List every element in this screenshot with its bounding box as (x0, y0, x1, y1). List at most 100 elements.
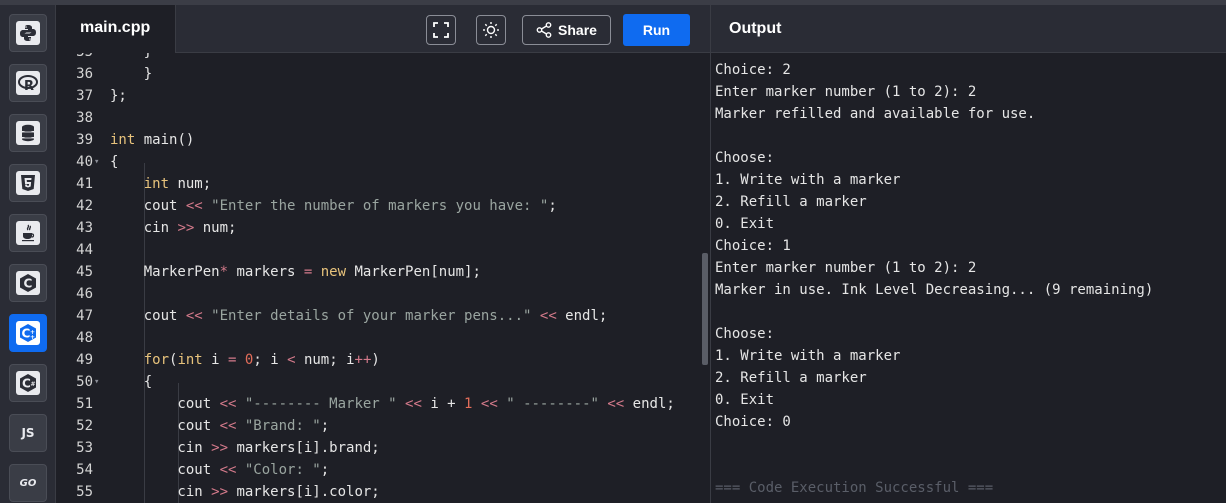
svg-text:+: + (30, 334, 35, 341)
output-line: 2. Refill a marker (715, 194, 867, 210)
tab-main-cpp[interactable]: main.cpp (56, 5, 176, 53)
line-code: cin >> num; (110, 220, 237, 236)
code-line[interactable]: 47 cout << "Enter details of your marker… (56, 305, 696, 327)
line-number: 49 (76, 352, 93, 368)
line-number: 54 (76, 462, 93, 478)
output-line: 0. Exit (715, 392, 775, 408)
line-code: for(int i = 0; i < num; i++) (143, 352, 380, 368)
share-button[interactable]: Share (522, 15, 611, 45)
sidebar-item-sql[interactable] (9, 114, 47, 152)
output-line: 0. Exit (715, 216, 775, 232)
line-number: 43 (76, 220, 93, 236)
code-line[interactable]: 44 (56, 239, 696, 261)
sidebar-item-python[interactable] (9, 14, 47, 52)
output-title: Output (729, 20, 782, 37)
sidebar-item-cpp[interactable]: C + + (9, 314, 47, 352)
line-number: 40 (76, 154, 93, 170)
line-code: } (110, 66, 153, 82)
code-line[interactable]: 36 } (56, 63, 696, 85)
code-line[interactable]: 45 MarkerPen* markers = new MarkerPen[nu… (56, 261, 696, 283)
code-line[interactable]: 54 cout << "Color: "; (56, 459, 696, 481)
line-code: { (110, 154, 119, 170)
sidebar-item-java[interactable] (9, 214, 47, 252)
code-line[interactable]: 53 cin >> markers[i].brand; (56, 437, 696, 459)
fold-arrow-icon[interactable]: ▾ (94, 151, 99, 173)
fullscreen-button[interactable] (426, 15, 456, 45)
sidebar-item-csharp[interactable]: C # (9, 364, 47, 402)
cpp-language-icon: C + + (16, 321, 40, 345)
output-line: Enter marker number (1 to 2): 2 (715, 260, 977, 276)
output-line: Choice: 1 (715, 238, 791, 254)
code-line[interactable]: 46 (56, 283, 696, 305)
sun-icon (483, 22, 499, 38)
line-number: 38 (76, 110, 93, 126)
code-line[interactable]: 42 cout << "Enter the number of markers … (56, 195, 696, 217)
line-number: 48 (76, 330, 93, 346)
line-code: { (110, 374, 153, 390)
code-line[interactable]: 55 cin >> markers[i].color; (56, 481, 696, 503)
fold-arrow-icon[interactable]: ▾ (94, 371, 99, 393)
line-number: 45 (76, 264, 93, 280)
line-number: 44 (76, 242, 93, 258)
c-language-icon: C (16, 271, 40, 295)
javascript-icon: JS (16, 421, 40, 445)
code-editor[interactable]: 35 }36 }37};3839int main()40▾{41 int num… (56, 53, 710, 503)
svg-text:C: C (24, 277, 33, 291)
sidebar-item-javascript[interactable]: JS (9, 414, 47, 452)
csharp-language-icon: C # (16, 371, 40, 395)
file-tab-label: main.cpp (80, 19, 151, 36)
code-line[interactable]: 43 cin >> num; (56, 217, 696, 239)
line-code: cout << "Brand: "; (110, 418, 330, 434)
svg-text:R: R (24, 79, 34, 92)
run-button[interactable]: Run (623, 14, 690, 46)
sidebar-item-go[interactable]: GO (9, 464, 47, 502)
line-code: cin >> markers[i].brand; (110, 440, 380, 456)
sidebar-item-c[interactable]: C (9, 264, 47, 302)
code-line[interactable]: 40 ▾ { (56, 151, 696, 173)
sidebar-item-html[interactable] (9, 164, 47, 202)
line-number: 35 (56, 53, 93, 63)
code-line[interactable]: 48 (56, 327, 696, 349)
theme-toggle-button[interactable] (476, 15, 506, 45)
svg-text:#: # (31, 381, 36, 388)
output-line: Enter marker number (1 to 2): 2 (715, 84, 977, 100)
output-line: Marker in use. Ink Level Decreasing... (… (715, 282, 1154, 298)
output-line: 1. Write with a marker (715, 172, 901, 188)
code-line[interactable]: 50 ▾ { (56, 371, 696, 393)
line-number: 39 (76, 132, 93, 148)
code-line[interactable]: 52 cout << "Brand: "; (56, 415, 696, 437)
code-line[interactable]: 35 } (56, 53, 696, 63)
line-number: 53 (76, 440, 93, 456)
output-line: Marker refilled and available for use. (715, 106, 1036, 122)
editor-scrollbar[interactable] (702, 253, 708, 365)
python-icon (16, 21, 40, 45)
code-line[interactable]: 39 int main() (56, 129, 696, 151)
line-number: 55 (76, 484, 93, 500)
code-line[interactable]: 41 int num; (56, 173, 696, 195)
sql-database-icon (16, 121, 40, 145)
line-code: cout << "Enter the number of markers you… (110, 198, 557, 214)
javascript-icon-label: JS (21, 426, 35, 440)
share-icon (536, 22, 552, 38)
line-number: 41 (76, 176, 93, 192)
execution-status: === Code Execution Successful === (715, 480, 994, 496)
code-line[interactable]: 49 for(int i = 0; i < num; i++) (56, 349, 696, 371)
line-code: cout << "-------- Marker " << i + 1 << "… (110, 396, 675, 412)
line-code: } (110, 53, 152, 63)
output-line: Choose: (715, 326, 775, 342)
line-code: cin >> markers[i].color; (110, 484, 380, 500)
line-code: cout << "Color: "; (110, 462, 330, 478)
sidebar-item-r[interactable]: R (9, 64, 47, 102)
code-line[interactable]: 37}; (56, 85, 696, 107)
code-line[interactable]: 38 (56, 107, 696, 129)
line-number: 50 (76, 374, 93, 390)
fullscreen-icon (433, 22, 449, 38)
line-code: MarkerPen* markers = new MarkerPen[num]; (110, 264, 481, 280)
java-icon (16, 221, 40, 245)
code-line[interactable]: 51 cout << "-------- Marker " << i + 1 <… (56, 393, 696, 415)
line-number: 46 (76, 286, 93, 302)
run-label: Run (642, 22, 671, 38)
output-header: Output (711, 5, 1226, 53)
output-console: Choice: 2 Enter marker number (1 to 2): 2… (711, 53, 1226, 503)
line-number: 52 (76, 418, 93, 434)
